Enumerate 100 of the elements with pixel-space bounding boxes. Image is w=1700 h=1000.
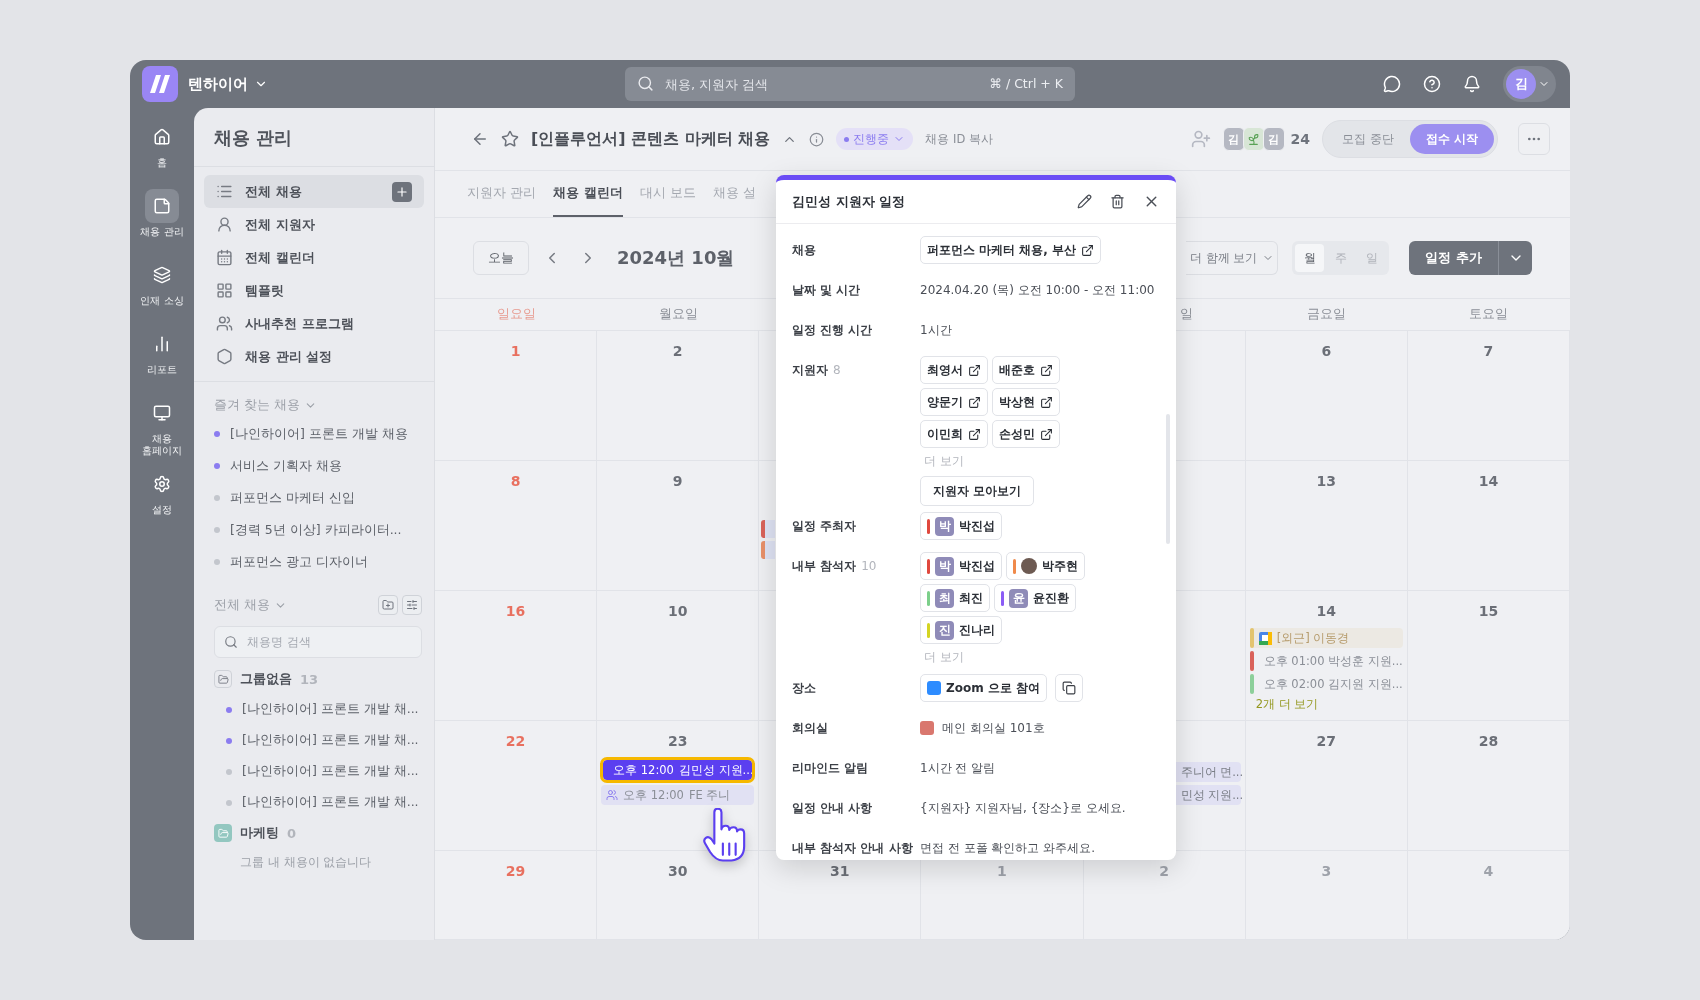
- applicant-chip[interactable]: 배준호: [992, 356, 1060, 384]
- nav-rail-item[interactable]: 설정: [132, 466, 192, 526]
- more-events-link[interactable]: 2개 더 보기: [1249, 697, 1403, 712]
- photo-placeholder: [1021, 558, 1037, 574]
- person-chip[interactable]: 윤 윤진환: [994, 584, 1076, 612]
- delete-button[interactable]: [1108, 192, 1127, 211]
- external-link-icon: [968, 363, 981, 377]
- zoom-join-button[interactable]: Zoom 으로 참여: [920, 674, 1048, 702]
- favorite-job-item[interactable]: 퍼포먼스 광고 디자이너: [214, 546, 422, 578]
- avatar-initial: 최: [935, 588, 954, 608]
- person-chip[interactable]: 박 박진섭: [920, 512, 1002, 540]
- applicant-chip[interactable]: 손성민: [992, 420, 1060, 448]
- workspace-switcher[interactable]: 텐하이어: [188, 74, 268, 94]
- app-logo-icon[interactable]: [142, 66, 178, 102]
- view-applicants-button[interactable]: 지원자 모아보기: [920, 476, 1035, 506]
- sidebar-nav-item[interactable]: 전체 캘린더: [204, 241, 424, 274]
- job-item[interactable]: [나인하이어] 프론트 개발 채...: [214, 725, 422, 756]
- day-number: 1: [510, 343, 521, 359]
- people-icon: [216, 315, 233, 332]
- field-label: 일정 주최자: [792, 518, 857, 535]
- calendar-event[interactable]: 오후 12:00 김민성 지원...: [603, 760, 753, 780]
- add-event-menu-button[interactable]: [1498, 241, 1532, 275]
- day-number: 2: [1159, 863, 1169, 879]
- person-chip[interactable]: 최 최진: [920, 584, 990, 612]
- nav-rail-item[interactable]: 리포트: [132, 327, 192, 386]
- layers-icon: [153, 266, 171, 284]
- calendar-event[interactable]: 오후 02:00 김지원 지원...: [1249, 674, 1403, 694]
- person-chip[interactable]: 진 진나리: [920, 616, 1002, 644]
- member-avatar: 김: [1262, 127, 1285, 151]
- back-icon[interactable]: [471, 130, 489, 148]
- nav-rail-item[interactable]: 홈: [132, 120, 192, 179]
- field-label: 리마인드 알림: [792, 760, 869, 777]
- job-item[interactable]: [나인하이어] 프론트 개발 채...: [214, 694, 422, 725]
- sliders-icon: [406, 599, 418, 611]
- job-item[interactable]: [나인하이어] 프론트 개발 채...: [214, 787, 422, 818]
- person-icon: [216, 216, 233, 233]
- search-icon: [224, 635, 238, 649]
- view-with-dropdown[interactable]: 더 함께 보기: [1185, 241, 1279, 275]
- day-number: 10: [667, 603, 688, 619]
- month-title: 2024년 10월: [617, 246, 735, 270]
- favorite-job-item[interactable]: [나인하이어] 프론트 개발 채용: [214, 418, 422, 450]
- filter-button[interactable]: [402, 595, 422, 615]
- calendar-event[interactable]: 민성 지원...: [1175, 785, 1241, 805]
- hexagon-icon: [216, 348, 233, 365]
- day-number: 3: [1321, 863, 1332, 879]
- group-header[interactable]: 그룹없음 13: [214, 664, 422, 694]
- member-avatar: 김: [1222, 127, 1245, 151]
- field-value: 2024.04.20 (목) 오전 10:00 - 오전 11:00: [920, 282, 1156, 299]
- field-label: 일정 진행 시간: [792, 322, 873, 339]
- favorite-job-item[interactable]: [경력 5년 이상] 카피라이터...: [214, 514, 422, 546]
- sidebar-nav-item[interactable]: 전체 채용: [204, 175, 424, 208]
- sidebar-nav-item[interactable]: 채용 관리 설정: [204, 340, 424, 373]
- field-label: 지원자: [792, 362, 828, 379]
- copy-button[interactable]: [1055, 674, 1084, 702]
- view-toggle[interactable]: 월: [1295, 244, 1325, 272]
- weekday-label: 토요일: [1469, 306, 1509, 323]
- calendar-event[interactable]: 주니어 면...: [1175, 762, 1241, 782]
- calendar-event[interactable]: 오후 01:00 박성훈 지원...: [1249, 651, 1403, 671]
- favorite-job-item[interactable]: 서비스 기획자 채용: [214, 450, 422, 482]
- day-number: 28: [1478, 733, 1499, 749]
- applicant-chip[interactable]: 양문기: [920, 388, 988, 416]
- applicant-chip[interactable]: 박상현: [992, 388, 1060, 416]
- person-chip[interactable]: 박 박진섭: [920, 552, 1002, 580]
- sidebar-nav-item[interactable]: 템플릿: [204, 274, 424, 307]
- new-folder-button[interactable]: [378, 595, 398, 615]
- field-label: 장소: [792, 680, 816, 697]
- add-button[interactable]: [392, 181, 412, 202]
- star-icon[interactable]: [501, 130, 519, 148]
- add-event-button[interactable]: 일정 추가: [1409, 241, 1498, 275]
- nav-rail-item[interactable]: 채용 관리: [132, 189, 192, 248]
- chat-icon[interactable]: [1383, 75, 1401, 93]
- tab[interactable]: 채용 캘린더: [553, 171, 623, 217]
- sidebar-nav-item[interactable]: 사내추천 프로그램: [204, 307, 424, 340]
- notification-icon[interactable]: [1463, 75, 1481, 93]
- person-chip[interactable]: 박주현: [1006, 552, 1085, 580]
- field-value: 1시간: [920, 322, 953, 339]
- day-number: 23: [667, 733, 688, 749]
- sprout-icon: [1247, 132, 1260, 146]
- job-search-field[interactable]: 채용명 검색: [214, 626, 422, 658]
- applicant-chip[interactable]: 최영서: [920, 356, 988, 384]
- job-link-chip[interactable]: 퍼포먼스 마케터 채용, 부산: [920, 236, 1102, 264]
- nav-rail-item[interactable]: 채용 홈페이지: [132, 396, 192, 457]
- nav-rail-item[interactable]: 인재 소싱: [132, 258, 192, 317]
- day-number: 14: [1316, 603, 1336, 619]
- job-item[interactable]: [나인하이어] 프론트 개발 채...: [214, 756, 422, 787]
- info-icon[interactable]: [809, 131, 825, 147]
- day-number: 2: [672, 343, 683, 359]
- avatar-initial: 박: [935, 516, 954, 536]
- sidebar-nav-item[interactable]: 전체 지원자: [204, 208, 424, 241]
- day-number: 13: [1316, 473, 1336, 489]
- today-button[interactable]: 오늘: [473, 241, 529, 275]
- help-icon[interactable]: [1423, 75, 1441, 93]
- copy-id-link[interactable]: 채용 ID 복사: [925, 131, 993, 147]
- field-label: 날짜 및 시간: [792, 282, 861, 299]
- plus-icon: [395, 184, 409, 199]
- applicant-chip[interactable]: 이민희: [920, 420, 988, 448]
- weekday-label: 월요일: [658, 306, 698, 323]
- group-header[interactable]: 마케팅 0: [214, 818, 422, 848]
- edit-button[interactable]: [1075, 192, 1094, 211]
- favorite-job-item[interactable]: 퍼포먼스 마케터 신입: [214, 482, 422, 514]
